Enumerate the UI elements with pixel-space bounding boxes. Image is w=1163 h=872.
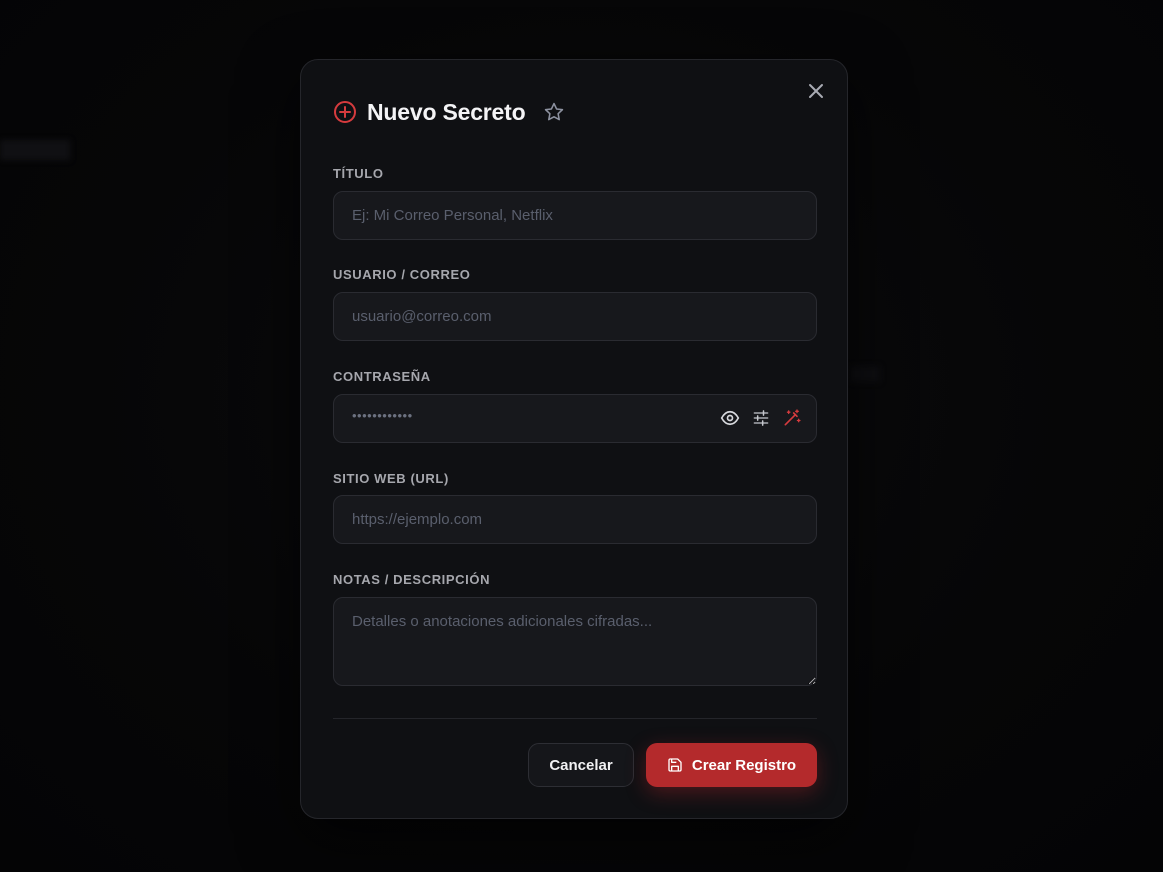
plus-circle-icon	[334, 101, 356, 123]
password-input[interactable]: ••••••••••••	[333, 394, 817, 443]
close-icon[interactable]	[805, 80, 827, 102]
modal-title: Nuevo Secreto	[367, 98, 526, 125]
password-field-label: CONTRASEÑA	[333, 369, 431, 384]
magic-wand-icon[interactable]	[782, 408, 802, 428]
blurred-background-element	[850, 366, 880, 382]
blurred-background-element	[0, 140, 70, 160]
notes-textarea[interactable]	[333, 597, 817, 686]
create-record-button-label: Crear Registro	[691, 756, 797, 774]
save-icon	[668, 758, 682, 772]
sliders-icon[interactable]	[751, 408, 771, 428]
modal-header: Nuevo Secreto	[333, 98, 565, 126]
star-icon[interactable]	[543, 101, 565, 123]
footer-divider	[333, 718, 817, 719]
cancel-button-label: Cancelar	[549, 756, 613, 774]
url-field-label: SITIO WEB (URL)	[333, 471, 449, 486]
username-input[interactable]	[333, 292, 817, 341]
cancel-button[interactable]: Cancelar	[528, 743, 634, 787]
title-field-label: TÍTULO	[333, 166, 384, 181]
title-input[interactable]	[333, 191, 817, 240]
eye-icon[interactable]	[720, 408, 740, 428]
username-field-label: USUARIO / CORREO	[333, 267, 471, 282]
notes-field-label: NOTAS / DESCRIPCIÓN	[333, 572, 491, 587]
url-input[interactable]	[333, 495, 817, 544]
password-masked-value: ••••••••••••	[352, 408, 413, 423]
new-secret-modal: Nuevo Secreto TÍTULO USUARIO / CORREO CO…	[300, 59, 848, 819]
create-record-button[interactable]: Crear Registro	[646, 743, 817, 787]
